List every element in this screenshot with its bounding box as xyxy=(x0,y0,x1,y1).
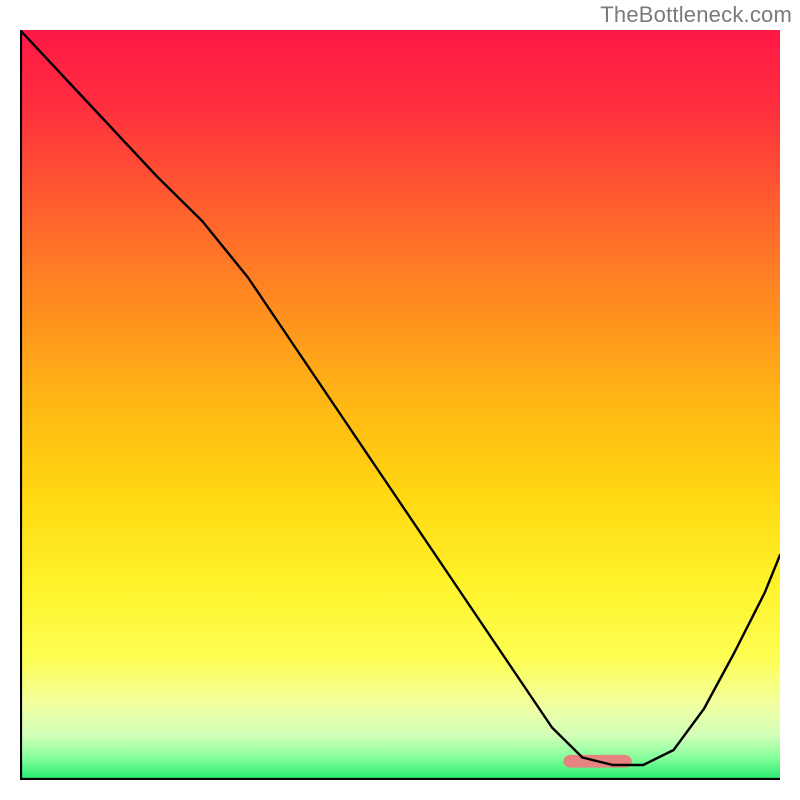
gradient-background xyxy=(20,30,780,780)
plot-area xyxy=(20,30,780,780)
figure-container: TheBottleneck.com xyxy=(0,0,800,800)
chart-svg xyxy=(20,30,780,780)
watermark-text: TheBottleneck.com xyxy=(600,2,792,28)
